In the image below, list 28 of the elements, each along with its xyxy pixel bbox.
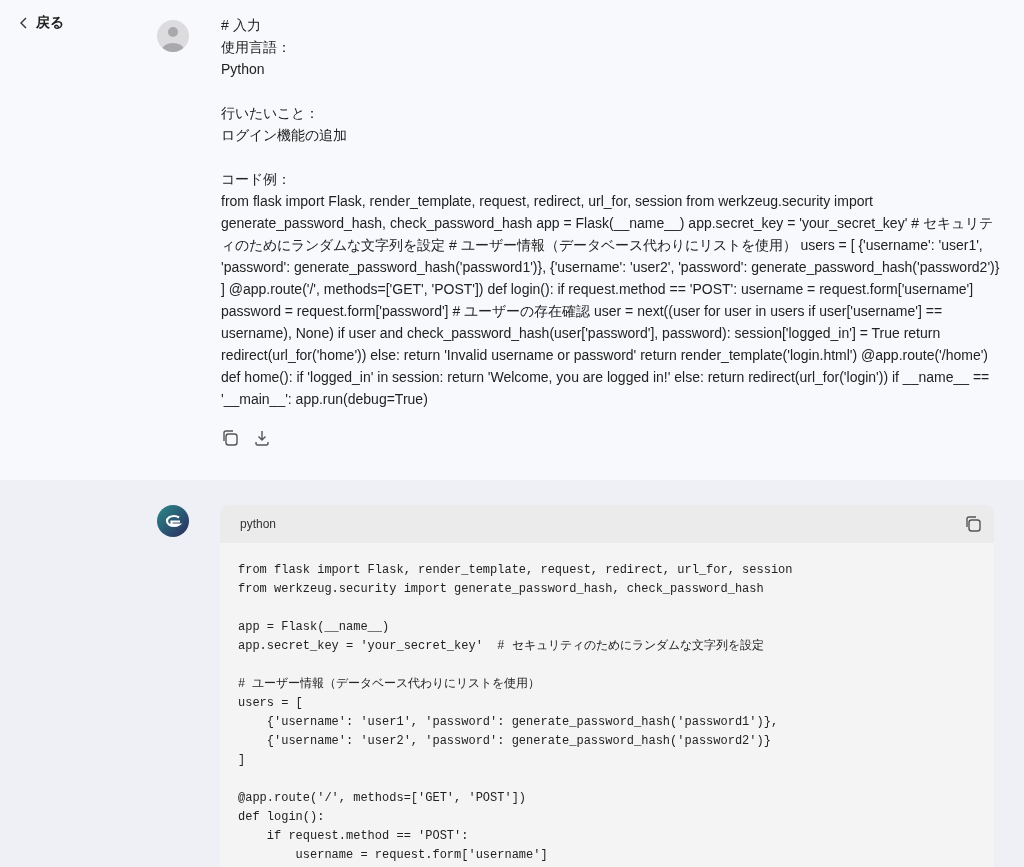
message-text: 行いたいこと： xyxy=(221,104,320,123)
message-text: Python xyxy=(221,60,266,79)
language-label: python xyxy=(240,517,277,531)
code-line: username = request.form['username'] xyxy=(294,847,548,864)
avatar-icon xyxy=(157,20,189,52)
message-text: from flask import Flask, render_template, request, redirect, url_for, session from werkzeug.security import generate_password_hash, check_password_hash app = Flask(__name__) app.secret_key = 'your_secret_key' # セキュリティのためにランダムな文字列を設定 # ユーザー情報（データベース代わりにリストを使用） users = [ {'username': 'user1', 'password': generate_password_hash('password1')}, {'username': 'user2', 'password': generate_password_hash('password2')} ] @app.route('/', methods=['GET', 'POST']) def login(): if request.method == 'POST': username = request.form['username'] password = request.form['password'] # ユーザーの存在確認 user = next((user for user in users if user['username'] == username), None) if user and check_password_hash(user['password'], password): session['logged_in'] = True return redirect(url_for('home')) else: return 'Invalid username or password' return render_template('login.html') @app.route('/home') def home(): if 'logged_in' in session: return 'Welcome, you are logged in!' else: return redirect(url_for('login')) if __name__ == '__main__': app.run(debug=True) xyxy=(221,192,1001,409)
copy-icon[interactable] xyxy=(221,429,239,447)
code-line: app.secret_key = 'your_secret_key' # セキュリティのためにランダムな文字列を設定 xyxy=(238,638,764,655)
logo-icon xyxy=(157,505,189,537)
copy-icon[interactable] xyxy=(964,515,982,533)
chevron-icon xyxy=(20,17,28,29)
code-line: @app.route('/', methods=['GET', 'POST']) xyxy=(238,790,527,807)
code-line: if request.method == 'POST': xyxy=(265,828,469,845)
code-line: app = Flask(__name__) xyxy=(238,619,390,636)
message-text: # 入力 xyxy=(221,16,262,35)
download-icon[interactable] xyxy=(253,429,271,447)
code-line: users = [ xyxy=(238,695,303,712)
code-line: def login(): xyxy=(238,809,325,826)
code-line: # ユーザー情報（データベース代わりにリストを使用） xyxy=(238,676,541,693)
message-text: コード例： xyxy=(221,170,292,189)
code-line: ] xyxy=(238,752,246,769)
back-link[interactable]: 戻る xyxy=(20,14,64,32)
message-text: ログイン機能の追加 xyxy=(221,126,348,145)
code-line: from flask import Flask, render_template, request, redirect, url_for, session xyxy=(238,562,793,579)
code-line: {'username': 'user1', 'password': generate_password_hash('password1')}, xyxy=(265,714,779,731)
message-text: 使用言語： xyxy=(221,38,292,57)
code-line: {'username': 'user2', 'password': generate_password_hash('password2')} xyxy=(265,733,771,750)
code-line: from werkzeug.security import generate_password_hash, check_password_hash xyxy=(238,581,764,598)
